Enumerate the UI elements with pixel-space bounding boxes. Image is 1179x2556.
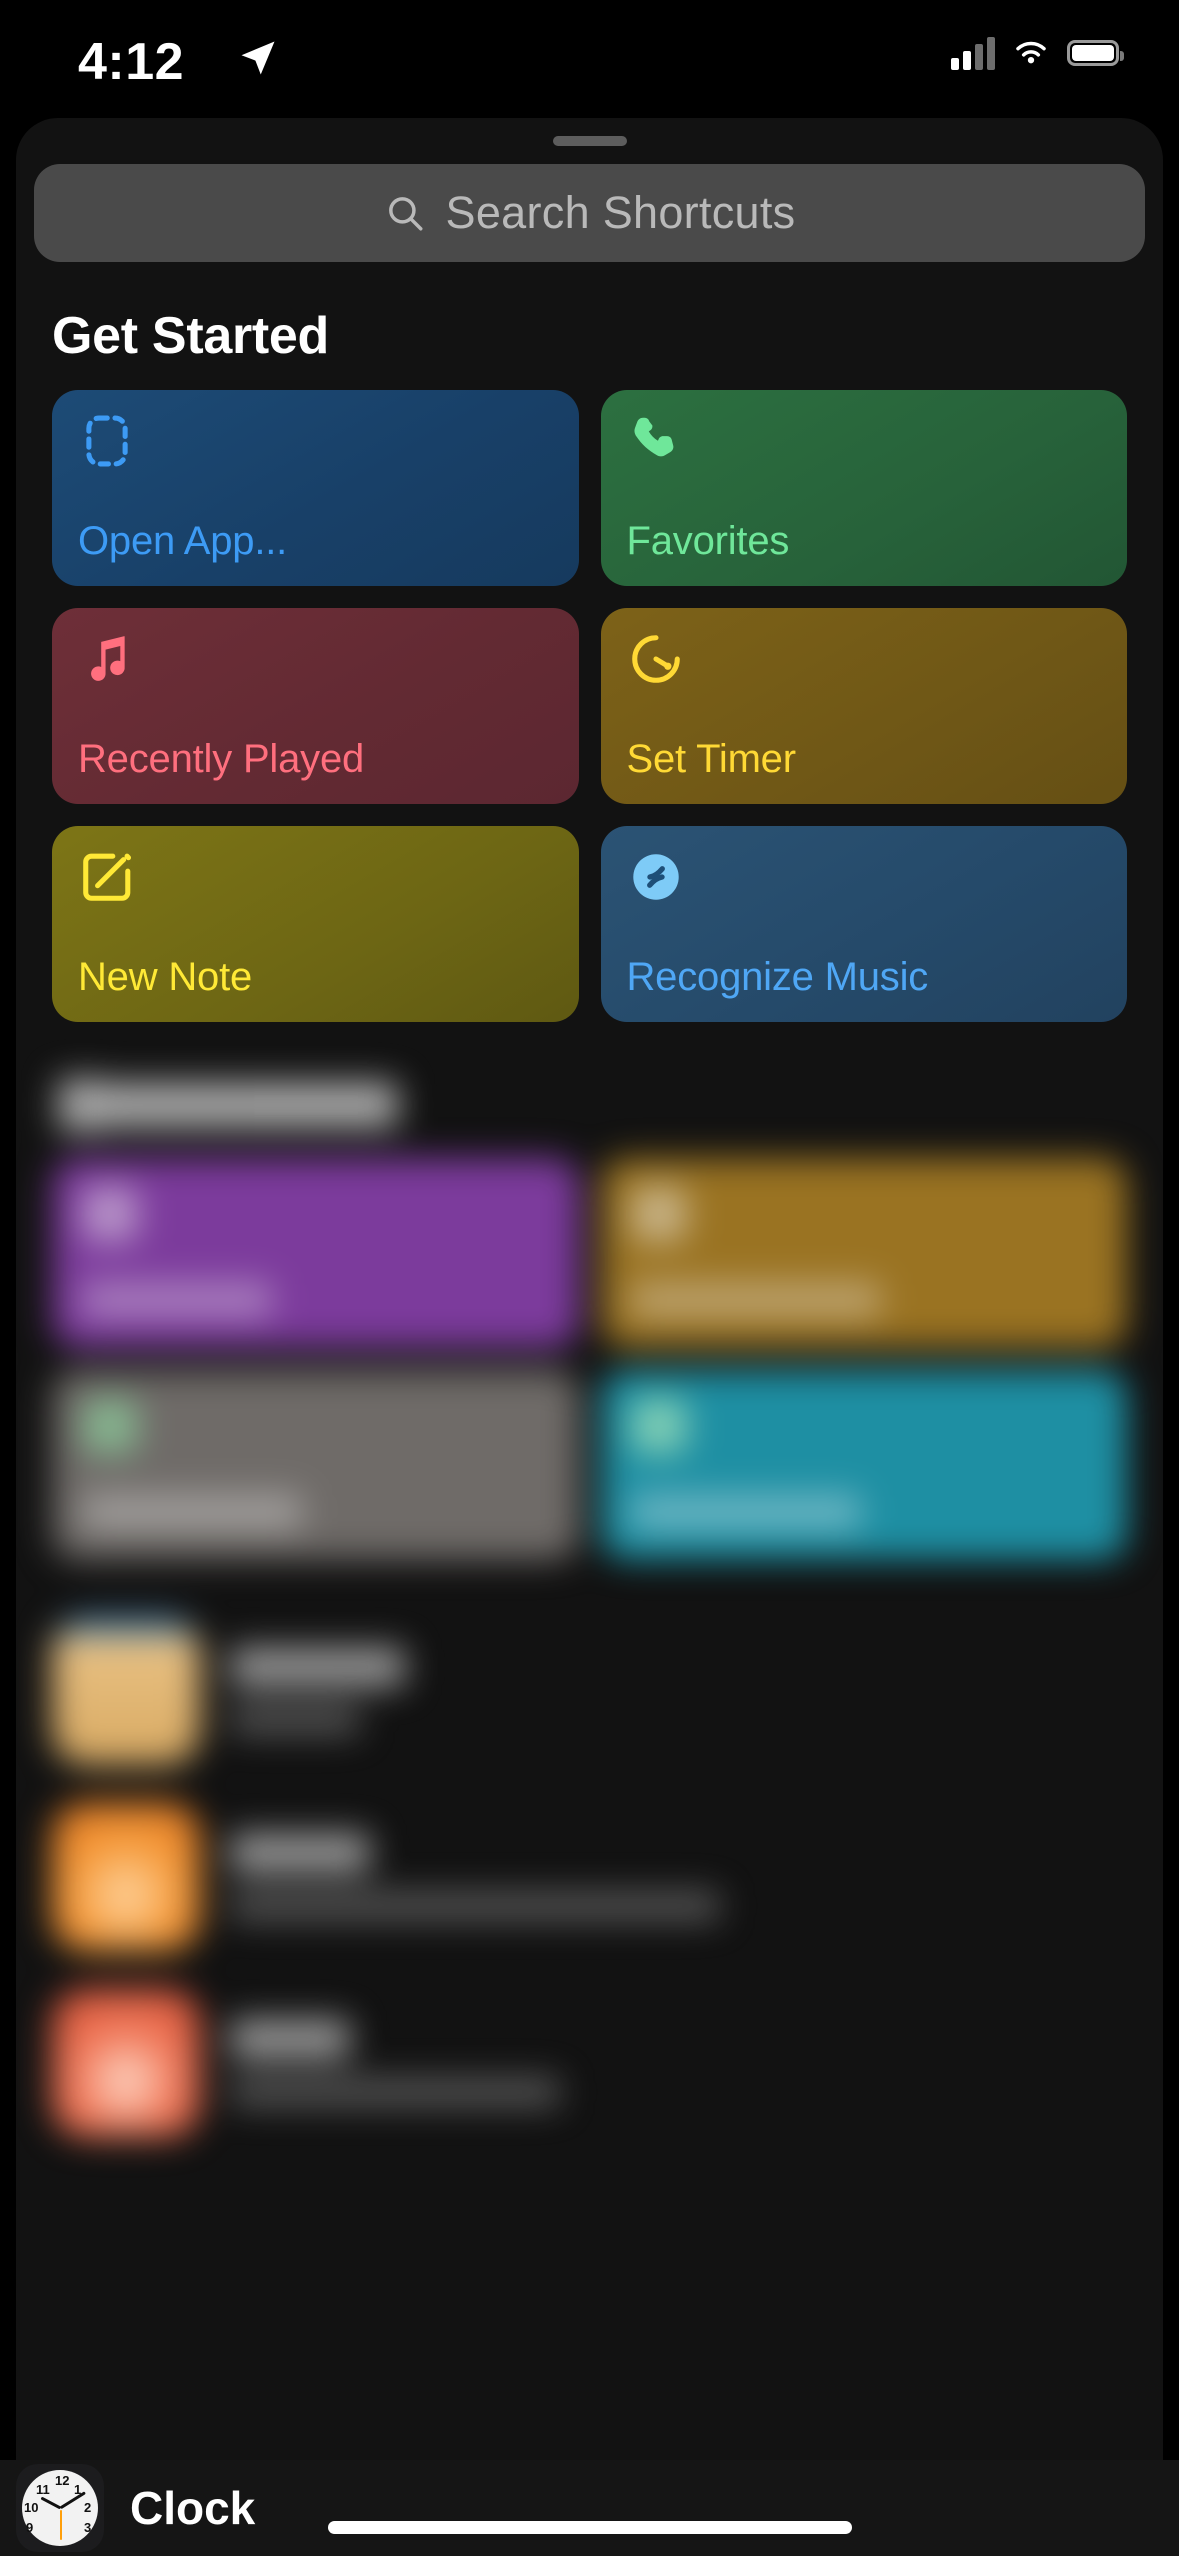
- redacted-list-item-text: [230, 1647, 1127, 1735]
- redacted-card-label: [630, 1494, 861, 1530]
- timer-icon: [631, 635, 680, 683]
- shortcut-card-new-note[interactable]: New Note: [52, 826, 579, 1022]
- shortcut-card-open-app[interactable]: Open App...: [52, 390, 579, 586]
- clock-hour-hand: [40, 2496, 62, 2510]
- redacted-list: [34, 1598, 1145, 2156]
- redacted-section-title: [68, 1082, 398, 1128]
- clock-numeral: 11: [36, 2482, 50, 2497]
- redacted-list-item[interactable]: [52, 1598, 1127, 1784]
- music-note-icon: [91, 636, 125, 681]
- shortcuts-sheet: Search Shortcuts Get Started Open App...: [16, 118, 1163, 2556]
- clock-app-icon[interactable]: 12 1 2 3 9 10 11: [16, 2464, 104, 2552]
- clock-second-hand: [59, 2510, 62, 2540]
- status-bar-time: 4:12: [78, 33, 185, 91]
- battery-icon: [1067, 40, 1124, 66]
- shortcut-card-label: Open App...: [78, 519, 288, 563]
- redacted-list-item[interactable]: [52, 1970, 1127, 2156]
- square-and-pencil-icon: [83, 853, 132, 901]
- redacted-card-label: [82, 1494, 302, 1530]
- shortcut-card-label: Favorites: [626, 519, 790, 563]
- redacted-list-item-icon: [52, 1989, 200, 2137]
- shortcut-card-label: Set Timer: [626, 737, 797, 781]
- get-started-grid: Open App... Favorites Recently Played Se…: [34, 390, 1145, 1022]
- redacted-card[interactable]: [600, 1158, 1127, 1348]
- location-arrow-icon: [241, 41, 275, 75]
- redacted-card-grid: [34, 1158, 1145, 1560]
- shortcut-card-label: Recently Played: [78, 737, 365, 781]
- redacted-card-label: [630, 1282, 881, 1318]
- iphone-screen: 4:12 Search Shortcuts Get Started Open A…: [0, 0, 1179, 2556]
- bottom-app-bar: 12 1 2 3 9 10 11 Clock: [0, 2460, 1179, 2556]
- redacted-card[interactable]: [52, 1370, 579, 1560]
- redacted-list-item-text: [230, 1833, 1127, 1921]
- search-icon: [388, 197, 423, 231]
- clock-face: 12 1 2 3 9 10 11: [22, 2470, 98, 2546]
- shortcut-card-recently-played[interactable]: Recently Played: [52, 608, 579, 804]
- status-bar-indicators: [951, 36, 1124, 70]
- shortcut-card-set-timer[interactable]: Set Timer: [600, 608, 1127, 804]
- wifi-icon: [1016, 41, 1046, 64]
- clock-numeral: 10: [24, 2500, 39, 2515]
- shortcut-card-favorites[interactable]: Favorites: [600, 390, 1127, 586]
- search-input[interactable]: Search Shortcuts: [34, 164, 1145, 262]
- redacted-card-label: [82, 1282, 272, 1318]
- redacted-card-icon: [82, 1398, 138, 1454]
- redacted-card-icon: [82, 1186, 138, 1242]
- clock-numeral: 2: [84, 2500, 92, 2515]
- redacted-list-item[interactable]: [52, 1784, 1127, 1970]
- clock-minute-hand: [59, 2491, 87, 2510]
- sheet-content: Search Shortcuts Get Started Open App...: [16, 118, 1163, 2556]
- redacted-section: [34, 1082, 1145, 2156]
- redacted-card-icon: [630, 1186, 687, 1242]
- redacted-list-item-icon: [52, 1803, 200, 1951]
- bottom-app-label: Clock: [130, 2482, 256, 2534]
- cellular-signal-icon: [951, 36, 995, 70]
- clock-numeral: 9: [26, 2520, 34, 2535]
- redacted-card[interactable]: [52, 1158, 579, 1348]
- clock-numeral: 12: [55, 2473, 70, 2488]
- shortcut-card-label: Recognize Music: [626, 955, 929, 999]
- redacted-card-icon: [630, 1398, 687, 1454]
- open-app-dashed-square-icon: [86, 415, 128, 467]
- shortcut-card-label: New Note: [78, 955, 253, 999]
- shortcut-card-recognize-music[interactable]: Recognize Music: [600, 826, 1127, 1022]
- status-bar: 4:12: [0, 0, 1179, 120]
- search-placeholder: Search Shortcuts: [445, 187, 796, 238]
- page-title: Get Started: [52, 307, 329, 365]
- phone-handset-icon: [633, 417, 673, 457]
- redacted-list-item-icon: [52, 1617, 200, 1765]
- redacted-card[interactable]: [600, 1370, 1127, 1560]
- home-indicator[interactable]: [327, 2521, 852, 2534]
- clock-numeral: 3: [84, 2520, 92, 2535]
- shazam-icon: [632, 854, 679, 900]
- redacted-list-item-text: [230, 2019, 1127, 2107]
